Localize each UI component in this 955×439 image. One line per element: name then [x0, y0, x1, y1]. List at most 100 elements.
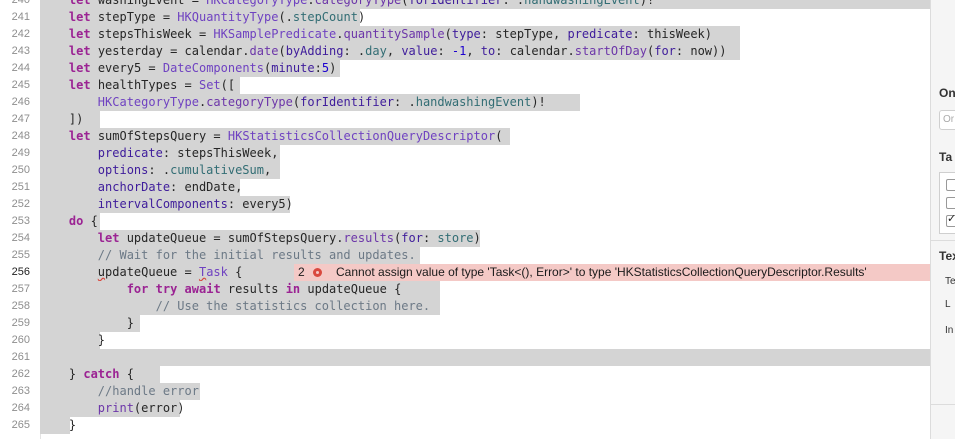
code-line[interactable]: // Use the statistics collection here.: [40, 298, 930, 315]
code-token: HKStatisticsCollectionQueryDescriptor: [227, 129, 496, 143]
code-token: washingEvent =: [90, 0, 207, 7]
inspector-input[interactable]: Or: [939, 110, 955, 130]
code-text: //handle error: [40, 383, 199, 400]
line-number: 254: [11, 232, 30, 244]
divider: [931, 240, 955, 241]
checkbox[interactable]: [946, 179, 955, 191]
code-token: HKCategoryType: [97, 95, 199, 109]
code-token: (.: [278, 10, 293, 24]
code-token: yesterday = calendar.: [90, 44, 250, 58]
code-token: pdateQueue =: [105, 265, 199, 279]
line-number: 251: [11, 181, 30, 193]
code-text: let every5 = DateComponents(minute:5): [40, 60, 336, 77]
code-token: // Wait for the initial results and upda…: [97, 248, 416, 262]
code-token: ([: [220, 78, 236, 92]
code-token: ): [473, 231, 481, 245]
code-token: : .: [394, 95, 416, 109]
line-number: 258: [11, 300, 30, 312]
code-line[interactable]: // Wait for the initial results and upda…: [40, 247, 930, 264]
code-line[interactable]: print(error): [40, 400, 930, 417]
line-number: 256: [11, 266, 30, 278]
code-token: type: [451, 27, 481, 41]
code-text: intervalComponents: every5): [40, 196, 293, 213]
code-text: predicate: stepsThisWeek,: [40, 145, 279, 162]
code-token: HKQuantityType: [177, 10, 279, 24]
code-token: results: [220, 282, 286, 296]
code-line[interactable]: } catch {: [40, 366, 930, 383]
code-line[interactable]: let sumOfStepsQuery = HKStatisticsCollec…: [40, 128, 930, 145]
code-line[interactable]: do {: [40, 213, 930, 230]
code-line[interactable]: anchorDate: endDate,: [40, 179, 930, 196]
code-line[interactable]: let updateQueue = sumOfStepsQuery.result…: [40, 230, 930, 247]
code-line[interactable]: intervalComponents: every5): [40, 196, 930, 213]
code-token: cumulativeSum: [170, 163, 264, 177]
code-token: day: [365, 44, 387, 58]
code-line[interactable]: HKCategoryType.categoryType(forIdentifie…: [40, 94, 930, 111]
code-line[interactable]: options: .cumulativeSum,: [40, 162, 930, 179]
code-line[interactable]: }: [40, 417, 930, 434]
code-token: to: [480, 44, 496, 58]
inspector-checkbox-list: [939, 172, 955, 234]
code-area[interactable]: let washingEvent = HKCategoryType.catego…: [40, 0, 930, 439]
code-line[interactable]: }: [40, 332, 930, 349]
code-token: HKCategoryType: [206, 0, 308, 7]
code-token: Set: [198, 78, 221, 92]
code-text: // Wait for the initial results and upda…: [40, 247, 416, 264]
code-token: 5: [321, 61, 330, 75]
code-line[interactable]: [40, 349, 930, 366]
code-line[interactable]: let stepsThisWeek = HKSamplePredicate.qu…: [40, 26, 930, 43]
code-token: : .: [502, 0, 525, 7]
line-number: 257: [11, 283, 30, 295]
code-token: {: [227, 265, 243, 279]
code-text: let sumOfStepsQuery = HKStatisticsCollec…: [40, 128, 503, 145]
code-token: minute: [271, 61, 315, 75]
code-token: options: [97, 163, 149, 177]
code-token: -1: [451, 44, 467, 58]
code-line[interactable]: let washingEvent = HKCategoryType.catego…: [40, 0, 930, 9]
code-token: ): [357, 10, 366, 24]
code-token: :: [422, 231, 438, 245]
code-line[interactable]: let yesterday = calendar.date(byAdding: …: [40, 43, 930, 60]
code-line[interactable]: updateQueue = Task {2 Cannot assign value…: [40, 264, 930, 281]
code-token: let: [68, 0, 91, 7]
code-line[interactable]: let healthTypes = Set([: [40, 77, 930, 94]
code-token: byAdding: [285, 44, 344, 58]
line-number: 240: [11, 0, 30, 6]
code-token: handwashingEvent: [415, 95, 532, 109]
code-line[interactable]: }: [40, 315, 930, 332]
code-text: let yesterday = calendar.date(byAdding: …: [40, 43, 727, 60]
code-token: (error): [133, 401, 185, 415]
code-token: let: [97, 231, 120, 245]
code-token: stepCount: [292, 10, 358, 24]
code-editor[interactable]: 240 241 242 243 244 245 246 247 248 249 250 251 252 2…: [0, 0, 930, 439]
code-token: catch: [83, 367, 120, 381]
inspector-section-tex: Tex: [939, 249, 955, 263]
code-line[interactable]: let stepType = HKQuantityType(.stepCount…: [40, 9, 930, 26]
code-text: }: [40, 417, 76, 434]
code-text: // Use the statistics collection here.: [40, 298, 431, 315]
code-token: for: [654, 44, 676, 58]
code-line[interactable]: ]): [40, 111, 930, 128]
checkbox[interactable]: [946, 197, 955, 209]
error-banner[interactable]: 2 Cannot assign value of type 'Task<(), E…: [294, 264, 930, 281]
code-token: handwashingEvent: [524, 0, 640, 7]
code-token: anchorDate: [97, 180, 171, 194]
code-line[interactable]: let every5 = DateComponents(minute:5): [40, 60, 930, 77]
code-text: let updateQueue = sumOfStepsQuery.result…: [40, 230, 481, 247]
code-text: } catch {: [40, 366, 134, 383]
code-line[interactable]: predicate: stepsThisWeek,: [40, 145, 930, 162]
line-number: 262: [11, 368, 30, 380]
code-token: }: [40, 418, 77, 432]
checkbox-checked[interactable]: [946, 212, 955, 227]
code-text: let washingEvent = HKCategoryType.catego…: [40, 0, 654, 9]
code-token: : thisWeek): [632, 27, 712, 41]
line-number: 263: [11, 385, 30, 397]
code-line[interactable]: //handle error: [40, 383, 930, 400]
inspector-panel: On Or Ta Tex Te L In: [930, 0, 955, 439]
code-line[interactable]: for try await results in updateQueue {: [40, 281, 930, 298]
